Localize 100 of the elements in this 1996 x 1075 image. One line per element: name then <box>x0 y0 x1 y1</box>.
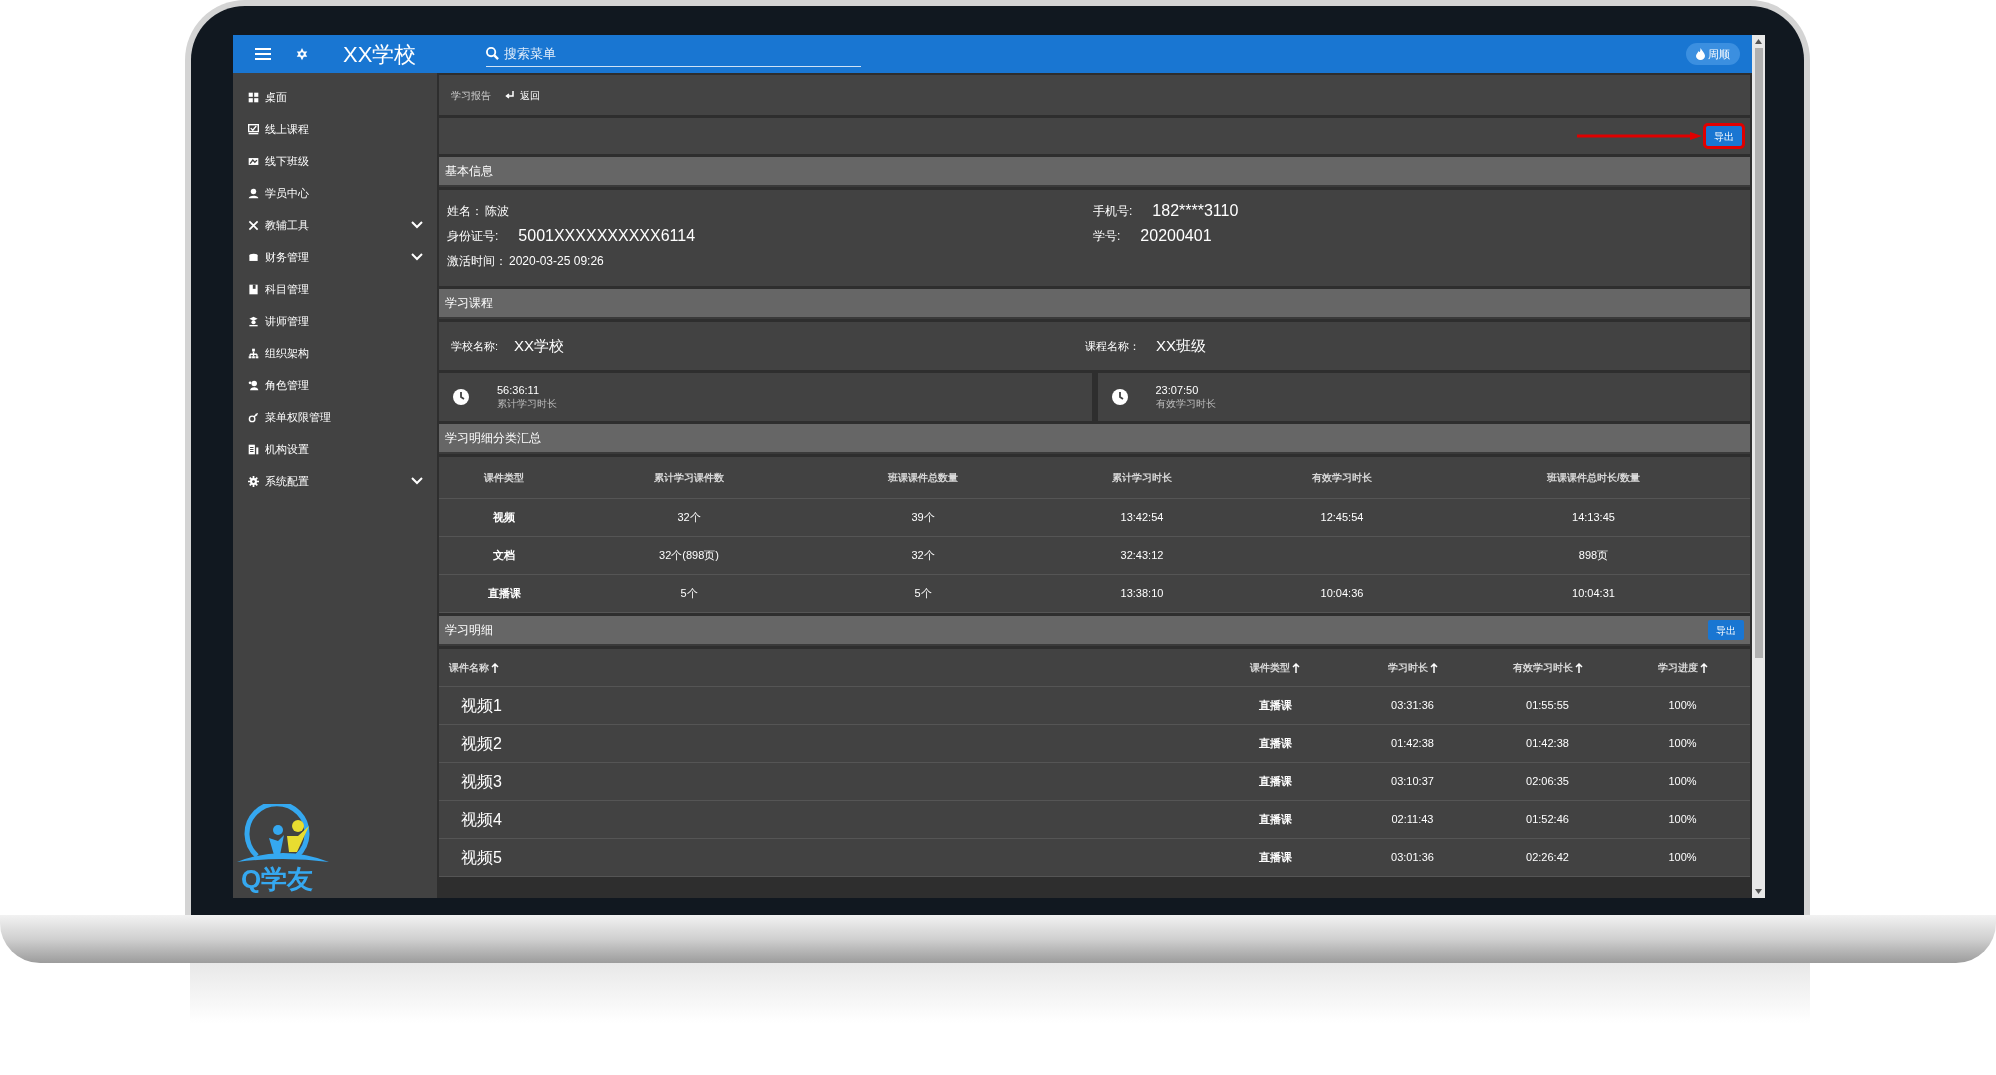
table-cell-text: 01:52:46 <box>1525 812 1570 828</box>
sidebar-item[interactable]: 菜单权限管理 <box>233 401 437 433</box>
table-cell-text: 直播课 <box>1257 774 1293 790</box>
column-header[interactable]: 有效学习时长 <box>1480 660 1615 675</box>
table-cell-text: 100% <box>1667 812 1698 828</box>
stat-label: 累计学习时长 <box>497 397 557 411</box>
export-button[interactable]: 导出 <box>1708 620 1744 640</box>
table-cell-text: 直播课 <box>1257 736 1293 752</box>
teacher-icon <box>248 315 259 327</box>
sidebar-item[interactable]: 教辅工具 <box>233 209 437 241</box>
flame-icon <box>1696 48 1705 60</box>
table-cell-text: 视频5 <box>460 847 503 868</box>
building-icon <box>248 443 259 455</box>
table-cell-text: 直播课 <box>486 586 522 602</box>
sidebar-item[interactable]: 系统配置 <box>233 465 437 497</box>
school-title: XX学校 <box>343 40 417 69</box>
field-value: XX学校 <box>514 335 565 356</box>
table-cell-text: 02:11:43 <box>1390 812 1435 828</box>
table-cell-text: 100% <box>1667 698 1698 714</box>
table-cell-text: 01:42:38 <box>1390 736 1435 752</box>
table-cell-text: 视频1 <box>460 695 503 716</box>
table-cell-text: 14:13:45 <box>1571 510 1616 526</box>
column-header: 累计学习时长 <box>1111 471 1173 485</box>
person-icon <box>248 187 259 199</box>
column-header[interactable]: 课件类型 <box>1205 660 1345 675</box>
table-cell-text: 32个 <box>676 510 702 526</box>
sidebar-item[interactable]: 组织架构 <box>233 337 437 369</box>
field-value: 182****3110 <box>1152 200 1239 221</box>
scroll-down-icon <box>1755 889 1762 894</box>
table-cell-text: 03:01:36 <box>1390 850 1435 866</box>
section-title: 学习明细分类汇总 <box>445 430 541 447</box>
column-header[interactable]: 学习进度 <box>1615 660 1750 675</box>
sidebar-item[interactable]: 学员中心 <box>233 177 437 209</box>
field-label: 身份证号: <box>447 227 499 245</box>
section-title: 学习明细 <box>445 622 493 639</box>
field-label: 课程名称： <box>1085 338 1140 354</box>
sidebar-item[interactable]: 财务管理 <box>233 241 437 273</box>
breadcrumb-current: 学习报告 <box>451 88 491 103</box>
checklist-icon <box>248 123 259 135</box>
sort-arrow-icon <box>1429 662 1438 673</box>
field-value: 20200401 <box>1140 225 1212 246</box>
clock-icon <box>453 389 469 405</box>
table-cell-text: 5个 <box>913 586 933 602</box>
sidebar-item[interactable]: 机构设置 <box>233 433 437 465</box>
table-cell-text: 03:31:36 <box>1390 698 1435 714</box>
table-cell-text: 视频2 <box>460 733 503 754</box>
table-cell-text: 01:55:55 <box>1525 698 1570 714</box>
clock-icon <box>1111 389 1128 405</box>
column-header[interactable]: 课件名称 <box>439 660 1205 675</box>
field-value: XX班级 <box>1156 335 1206 356</box>
table-cell-text: 10:04:31 <box>1571 586 1616 602</box>
sidebar-item[interactable]: 科目管理 <box>233 273 437 305</box>
sidebar-item[interactable]: 线下班级 <box>233 145 437 177</box>
column-header[interactable]: 学习时长 <box>1345 660 1480 675</box>
scrollbar[interactable] <box>1752 35 1765 898</box>
coins-icon <box>248 251 259 263</box>
table-cell-text: 13:38:10 <box>1119 586 1165 602</box>
field-label: 姓名： <box>447 202 483 220</box>
table-cell-text: 03:10:37 <box>1390 774 1435 790</box>
table-cell-text: 直播课 <box>1257 698 1293 714</box>
export-button[interactable]: 导出 <box>1706 126 1742 146</box>
field-label: 学号: <box>1093 227 1121 245</box>
table-cell-text: 02:06:35 <box>1525 774 1570 790</box>
column-header: 班课课件总数量 <box>887 471 959 485</box>
table-cell-text: 32个 <box>910 548 936 564</box>
scroll-up-icon <box>1755 39 1762 44</box>
sidebar-item[interactable]: 角色管理 <box>233 369 437 401</box>
sort-arrow-icon <box>1574 662 1583 673</box>
table-cell-text: 13:42:54 <box>1119 510 1165 526</box>
column-header: 累计学习课件数 <box>653 471 725 485</box>
search-icon <box>486 47 500 60</box>
back-link[interactable]: 返回 <box>505 87 540 103</box>
field-value: 5001XXXXXXXXXX6114 <box>518 225 696 246</box>
key-icon <box>248 411 259 423</box>
scrollbar-thumb[interactable] <box>1754 48 1763 658</box>
search-field[interactable]: 搜索菜单 <box>486 41 862 67</box>
stat-value: 23:07:50 <box>1155 383 1200 398</box>
section-title: 学习课程 <box>445 295 493 312</box>
table-cell-text: 100% <box>1667 736 1698 752</box>
sort-arrow-icon <box>1292 662 1300 673</box>
sort-arrow-icon <box>491 662 499 673</box>
book-icon <box>248 283 259 295</box>
table-cell-text: 100% <box>1667 850 1698 866</box>
table-cell-text: 39个 <box>910 510 936 526</box>
sidebar-item[interactable]: 线上课程 <box>233 113 437 145</box>
table-cell-text: 5个 <box>679 586 699 602</box>
column-header: 课件类型 <box>483 471 525 485</box>
table-cell-text: 10:04:36 <box>1319 586 1365 602</box>
sidebar-item[interactable]: 讲师管理 <box>233 305 437 337</box>
column-header: 班课课件总时长/数量 <box>1546 471 1641 485</box>
sidebar-item[interactable]: 桌面 <box>233 81 437 113</box>
table-cell-text: 01:42:38 <box>1525 736 1570 752</box>
settings-icon[interactable] <box>295 47 309 61</box>
tools-icon <box>248 219 259 231</box>
grid-icon <box>248 91 259 103</box>
people-icon <box>248 379 259 391</box>
org-chart-icon <box>248 347 259 359</box>
field-label: 激活时间： <box>447 252 507 270</box>
menu-icon[interactable] <box>255 48 271 60</box>
column-header: 有效学习时长 <box>1311 471 1373 485</box>
